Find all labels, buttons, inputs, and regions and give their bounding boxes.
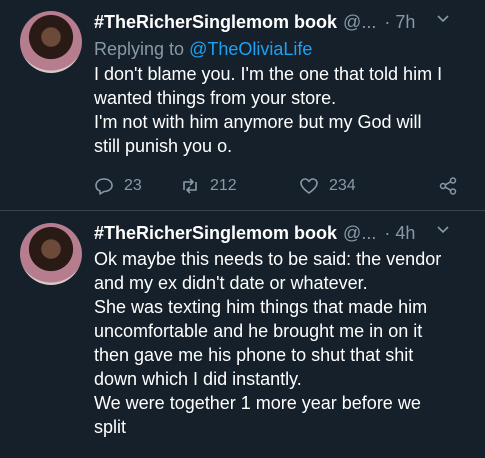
chevron-down-icon[interactable]: [435, 10, 451, 31]
retweet-icon: [183, 178, 197, 194]
timestamp[interactable]: · 7h: [384, 12, 415, 33]
tweet-1[interactable]: #TheRicherSinglemom book @... · 7h Reply…: [0, 0, 485, 211]
share-button[interactable]: [438, 176, 468, 196]
tweet-2[interactable]: #TheRicherSinglemom book @... · 4h Ok ma…: [0, 211, 485, 458]
like-button[interactable]: 234: [299, 176, 356, 196]
display-name[interactable]: #TheRicherSinglemom book: [94, 12, 337, 33]
replying-to: Replying to @TheOliviaLife: [94, 38, 473, 60]
tweet-text-line: and my ex didn't date or whatever.: [94, 273, 368, 293]
tweet-header: #TheRicherSinglemom book @... · 7h: [94, 10, 473, 34]
tweet-text-line: uncomfortable and he brought me in on it: [94, 321, 423, 341]
retweet-button[interactable]: 212: [180, 176, 237, 196]
user-handle[interactable]: @...: [343, 223, 376, 244]
avatar[interactable]: [20, 223, 82, 285]
replying-to-link[interactable]: @TheOliviaLife: [189, 39, 312, 59]
tweet-text-line: She was texting him things that made him: [94, 297, 428, 317]
reply-button[interactable]: 23: [94, 176, 142, 196]
user-handle[interactable]: @...: [343, 12, 376, 33]
reply-icon: [95, 178, 113, 195]
replying-to-prefix: Replying to: [94, 39, 190, 59]
chevron-down-icon[interactable]: [435, 221, 451, 242]
tweet-header: #TheRicherSinglemom book @... · 4h: [94, 221, 473, 245]
tweet-text-line: down which I did instantly.: [94, 369, 302, 389]
avatar[interactable]: [20, 11, 82, 73]
tweet-text-line: I don't blame you. I'm the one that told…: [94, 64, 443, 84]
tweet-text-line: We were together 1 more year before we: [94, 393, 421, 413]
tweet-text-line: Ok maybe this needs to be said: the vend…: [94, 249, 442, 269]
display-name[interactable]: #TheRicherSinglemom book: [94, 223, 337, 244]
tweet-content: #TheRicherSinglemom book @... · 7h Reply…: [94, 10, 473, 158]
like-icon: [300, 178, 318, 194]
share-icon: [439, 177, 457, 195]
timestamp[interactable]: · 4h: [384, 223, 415, 244]
tweet-text: I don't blame you. I'm the one that told…: [94, 62, 473, 158]
tweet-text-line: wanted things from your store.: [94, 88, 337, 108]
tweet-text-line: then gave me his phone to shut that shit: [94, 345, 414, 365]
tweet-text-line: still punish you o.: [94, 136, 233, 156]
tweet-text-line: split: [94, 417, 127, 437]
tweet-content: #TheRicherSinglemom book @... · 4h Ok ma…: [94, 221, 473, 439]
tweet-text: Ok maybe this needs to be said: the vend…: [94, 247, 473, 439]
like-count: 234: [329, 177, 356, 194]
reply-count: 23: [124, 177, 142, 194]
retweet-count: 212: [210, 177, 237, 194]
tweet-text-line: I'm not with him anymore but my God will: [94, 112, 422, 132]
tweet-actions: 23 212 234: [94, 176, 476, 198]
